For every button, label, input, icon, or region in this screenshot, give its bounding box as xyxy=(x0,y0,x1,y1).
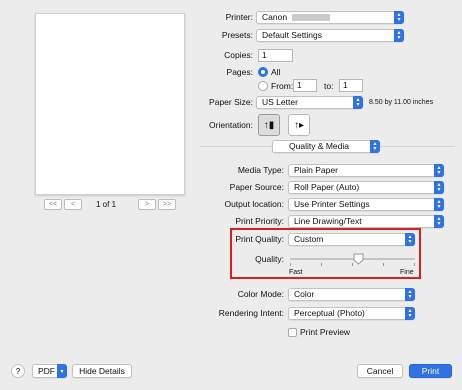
section-popup[interactable]: Quality & Media ▴ ▾ xyxy=(272,140,380,153)
portrait-orientation-button[interactable]: ↑▮ xyxy=(258,114,280,136)
printer-popup[interactable]: Canon ▴ ▾ xyxy=(256,11,404,24)
pages-all-radio[interactable] xyxy=(258,67,268,77)
output-location-value: Use Printer Settings xyxy=(294,199,370,209)
color-mode-popup[interactable]: Color ▴ ▾ xyxy=(288,288,415,301)
print-button[interactable]: Print xyxy=(409,364,452,378)
paper-source-value: Roll Paper (Auto) xyxy=(294,182,360,192)
presets-label: Presets: xyxy=(221,30,253,40)
chevron-updown-icon: ▴ ▾ xyxy=(434,215,444,228)
help-button[interactable]: ? xyxy=(11,364,25,378)
output-location-label: Output location: xyxy=(224,199,284,209)
paper-source-label: Paper Source: xyxy=(229,182,284,192)
media-type-label: Media Type: xyxy=(237,165,284,175)
chevron-updown-icon: ▴ ▾ xyxy=(434,164,444,177)
first-page-button[interactable]: << xyxy=(44,199,62,210)
paper-size-label: Paper Size: xyxy=(209,97,253,107)
rendering-intent-popup[interactable]: Perceptual (Photo) ▴ ▾ xyxy=(288,307,415,320)
chevron-down-icon: ▾ xyxy=(57,364,67,378)
chevron-updown-icon: ▴ ▾ xyxy=(434,181,444,194)
pdf-label: PDF xyxy=(38,366,55,376)
redacted-printer-name xyxy=(292,14,331,21)
print-quality-popup[interactable]: Custom ▴ ▾ xyxy=(288,233,415,246)
paper-size-popup[interactable]: US Letter ▴ ▾ xyxy=(256,96,363,109)
print-priority-value: Line Drawing/Text xyxy=(294,216,362,226)
pages-to-label: to: xyxy=(324,81,334,91)
print-preview-label: Print Preview xyxy=(300,327,351,337)
rendering-intent-label: Rendering Intent: xyxy=(218,308,284,318)
pages-to-field[interactable]: 1 xyxy=(339,79,363,92)
pages-all-label: All xyxy=(271,67,281,77)
chevron-updown-icon: ▴ ▾ xyxy=(405,233,415,246)
paper-size-value: US Letter xyxy=(262,97,298,107)
pdf-menu-button[interactable]: PDF ▾ xyxy=(32,364,67,378)
chevron-updown-icon: ▴ ▾ xyxy=(353,96,363,109)
cancel-button[interactable]: Cancel xyxy=(357,364,403,378)
print-preview-checkbox[interactable] xyxy=(288,328,297,337)
paper-dimensions: 8.50 by 11.00 inches xyxy=(369,99,434,106)
preview-navigation: << < xyxy=(44,199,82,210)
media-type-popup[interactable]: Plain Paper ▴ ▾ xyxy=(288,164,444,177)
hide-details-button[interactable]: Hide Details xyxy=(72,364,132,378)
print-priority-label: Print Priority: xyxy=(235,216,284,226)
quality-min-label: Fast xyxy=(289,269,303,276)
print-priority-popup[interactable]: Line Drawing/Text ▴ ▾ xyxy=(288,215,444,228)
landscape-orientation-button[interactable]: ↑▸ xyxy=(288,114,310,136)
chevron-updown-icon: ▴ ▾ xyxy=(394,11,404,24)
output-location-popup[interactable]: Use Printer Settings ▴ ▾ xyxy=(288,198,444,211)
landscape-icon: ↑▸ xyxy=(293,119,305,131)
media-type-value: Plain Paper xyxy=(294,165,338,175)
printer-label: Printer: xyxy=(225,12,253,22)
chevron-updown-icon: ▴ ▾ xyxy=(405,307,415,320)
paper-source-popup[interactable]: Roll Paper (Auto) ▴ ▾ xyxy=(288,181,444,194)
color-mode-label: Color Mode: xyxy=(237,289,284,299)
print-quality-value: Custom xyxy=(294,234,324,244)
page-indicator: 1 of 1 xyxy=(96,200,117,209)
quality-slider-thumb[interactable] xyxy=(353,253,364,265)
section-value: Quality & Media xyxy=(289,141,349,151)
quality-label: Quality: xyxy=(255,254,284,264)
rendering-intent-value: Perceptual (Photo) xyxy=(294,308,365,318)
portrait-icon: ↑▮ xyxy=(263,119,275,131)
chevron-updown-icon: ▴ ▾ xyxy=(405,288,415,301)
print-quality-label: Print Quality: xyxy=(235,234,284,244)
chevron-updown-icon: ▴ ▾ xyxy=(434,198,444,211)
quality-max-label: Fine xyxy=(400,269,414,276)
copies-label: Copies: xyxy=(224,50,253,60)
previous-page-button[interactable]: < xyxy=(64,199,82,210)
pages-label: Pages: xyxy=(226,67,253,77)
printer-value: Canon xyxy=(262,12,288,22)
pages-from-field[interactable]: 1 xyxy=(293,79,317,92)
pages-from-label: From: xyxy=(271,81,294,91)
copies-field[interactable]: 1 xyxy=(258,49,293,62)
pages-range-radio[interactable] xyxy=(258,81,268,91)
chevron-updown-icon: ▴ ▾ xyxy=(394,29,404,42)
orientation-label: Orientation: xyxy=(209,120,253,130)
chevron-updown-icon: ▴ ▾ xyxy=(370,140,380,153)
color-mode-value: Color xyxy=(294,289,315,299)
presets-popup[interactable]: Default Settings ▴ ▾ xyxy=(256,29,404,42)
presets-value: Default Settings xyxy=(262,30,323,40)
